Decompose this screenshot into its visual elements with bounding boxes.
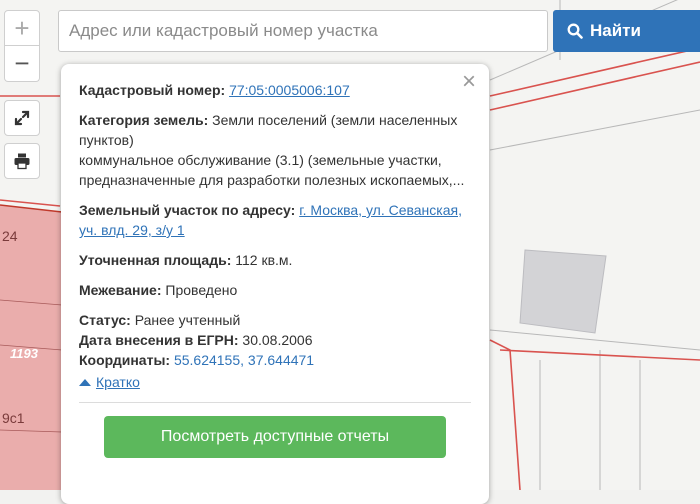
zoom-in-button[interactable]: + [4, 10, 40, 46]
address-label: Земельный участок по адресу: [79, 202, 296, 218]
close-icon[interactable]: × [459, 70, 479, 94]
egrn-date-label: Дата внесения в ЕГРН: [79, 332, 239, 348]
map-label: 9с1 [2, 410, 25, 426]
area-value: 112 кв.м. [235, 252, 293, 268]
category-row: Категория земель: Земли поселений (земли… [79, 110, 471, 190]
collapse-label: Кратко [96, 374, 140, 390]
cadastral-number-link[interactable]: 77:05:0005006:107 [229, 82, 350, 98]
zoom-out-button[interactable]: − [4, 46, 40, 82]
parcel-info-popup: × Кадастровый номер: 77:05:0005006:107 К… [61, 64, 489, 504]
status-row: Статус: Ранее учтенный [79, 310, 471, 330]
collapse-link[interactable]: Кратко [79, 372, 140, 392]
survey-row: Межевание: Проведено [79, 280, 471, 300]
egrn-date-row: Дата внесения в ЕГРН: 30.08.2006 [79, 330, 471, 350]
area-label: Уточненная площадь: [79, 252, 232, 268]
expand-icon [14, 110, 30, 126]
cadastral-label: Кадастровый номер: [79, 82, 226, 98]
egrn-date-value: 30.08.2006 [242, 332, 313, 348]
survey-label: Межевание: [79, 282, 162, 298]
search-button[interactable]: Найти [553, 10, 700, 52]
map-label: 24 [2, 228, 18, 244]
cadastral-row: Кадастровый номер: 77:05:0005006:107 [79, 80, 471, 100]
area-row: Уточненная площадь: 112 кв.м. [79, 250, 471, 270]
coords-row: Координаты: 55.624155, 37.644471 [79, 350, 471, 370]
search-button-label: Найти [590, 21, 641, 40]
survey-value: Проведено [165, 282, 238, 298]
view-reports-button[interactable]: Посмотреть доступные отчеты [104, 416, 446, 458]
status-value: Ранее учтенный [134, 312, 241, 328]
coords-label: Координаты: [79, 352, 171, 368]
search-input[interactable] [58, 10, 548, 52]
fullscreen-button[interactable] [4, 100, 40, 136]
triangle-up-icon [79, 378, 91, 386]
category-detail: коммунальное обслуживание (3.1) (земельн… [79, 152, 465, 188]
printer-icon [14, 153, 30, 170]
divider [79, 402, 471, 403]
address-row: Земельный участок по адресу: г. Москва, … [79, 200, 471, 240]
status-label: Статус: [79, 312, 131, 328]
search-icon [567, 23, 583, 39]
coords-link[interactable]: 55.624155, 37.644471 [174, 352, 314, 368]
print-button[interactable] [4, 143, 40, 179]
category-label: Категория земель: [79, 112, 209, 128]
map-label: 1193 [10, 346, 38, 361]
